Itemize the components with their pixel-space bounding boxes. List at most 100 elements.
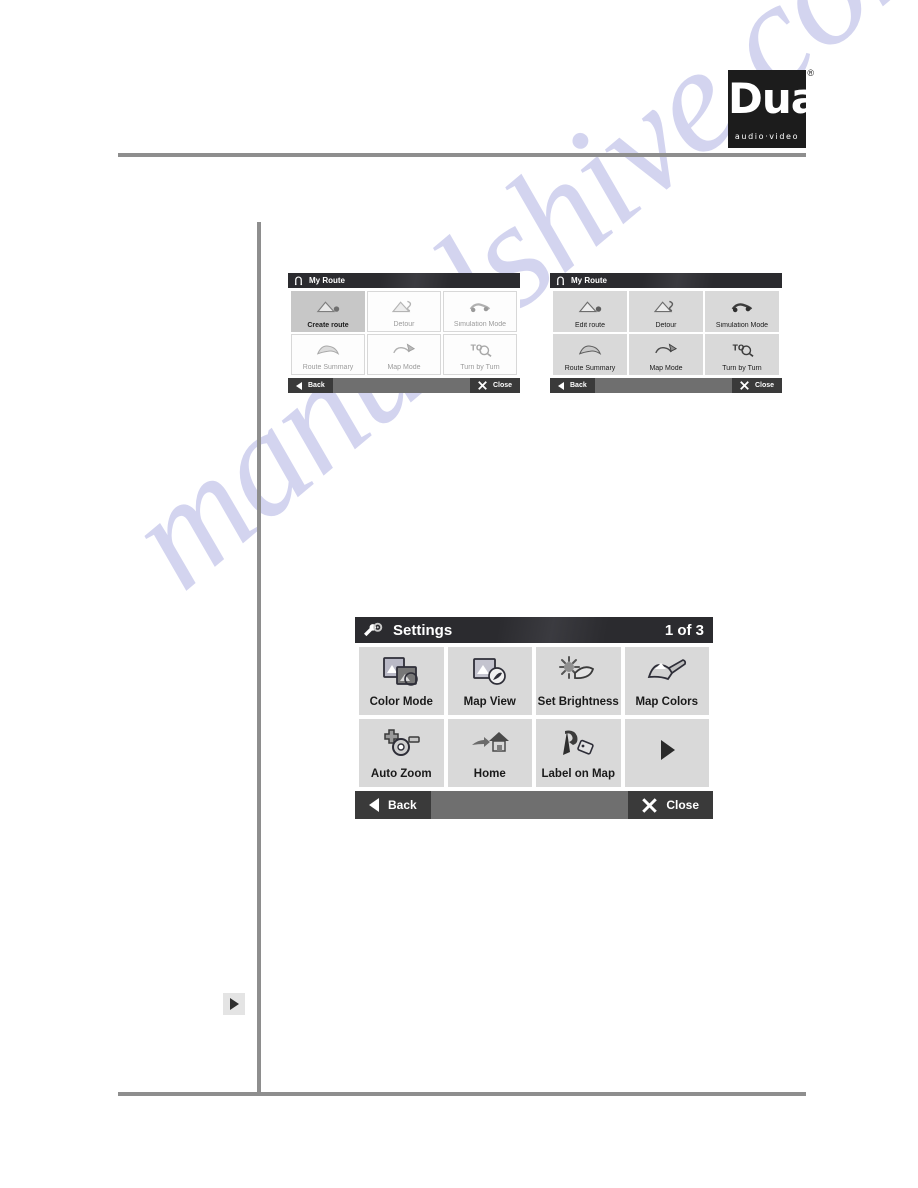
dialog-title-bar: My Route <box>288 273 520 288</box>
tile-label: Auto Zoom <box>370 768 432 780</box>
route-horseshoe-icon <box>293 275 304 286</box>
tile-turn-by-turn[interactable]: TQ Turn by Turn <box>705 334 779 375</box>
tile-edit-route[interactable]: Edit route <box>553 291 627 332</box>
left-arrow-icon <box>296 381 302 390</box>
tile-home[interactable]: Home <box>447 719 533 787</box>
close-x-icon <box>740 381 749 390</box>
dialog-title-bar: Settings 1 of 3 <box>355 617 713 643</box>
tile-label-on-map[interactable]: Label on Map <box>536 719 621 787</box>
header-rule <box>118 153 806 157</box>
close-x-icon <box>642 797 658 813</box>
close-button-label: Close <box>492 382 512 389</box>
dual-logo-tagline: audio·video <box>734 132 800 141</box>
tile-label: Create route <box>307 322 349 329</box>
auto-zoom-icon <box>359 719 444 768</box>
tile-label: Turn by Turn <box>722 365 762 372</box>
tile-label: Detour <box>655 322 677 329</box>
route-summary-icon <box>553 334 627 365</box>
dialog-settings: Settings 1 of 3 Color Mode Map View Set … <box>355 617 713 819</box>
vertical-column-rule <box>257 222 261 1096</box>
home-icon <box>448 719 533 768</box>
tile-route-summary[interactable]: Route Summary <box>553 334 627 375</box>
left-arrow-icon <box>369 798 379 812</box>
dialog-footer: Back Close <box>355 791 713 819</box>
dialog-page-indicator: 1 of 3 <box>664 621 704 639</box>
tile-label: Simulation Mode <box>453 321 507 328</box>
tile-detour[interactable]: Detour <box>629 291 703 332</box>
tile-color-mode[interactable]: Color Mode <box>359 647 444 715</box>
back-button[interactable]: Back <box>550 378 595 393</box>
tile-map-mode[interactable]: Map Mode <box>367 334 441 375</box>
close-button[interactable]: Close <box>469 378 520 393</box>
close-button-label: Close <box>754 382 774 389</box>
tile-label: Turn by Turn <box>460 364 500 371</box>
turn-by-turn-icon: TQ <box>705 334 779 365</box>
dialog-footer: Back Close <box>550 378 782 393</box>
route-horseshoe-icon <box>555 275 566 286</box>
tile-label: Route Summary <box>564 365 616 372</box>
dialog-tile-grid: Color Mode Map View Set Brightness Map C… <box>355 643 713 791</box>
tile-turn-by-turn[interactable]: TQ Turn by Turn <box>443 334 517 375</box>
tile-map-mode[interactable]: Map Mode <box>629 334 703 375</box>
tile-simulation-mode[interactable]: Simulation Mode <box>705 291 779 332</box>
footer-rule <box>118 1092 806 1096</box>
back-button-label: Back <box>308 382 325 389</box>
route-summary-icon <box>292 335 364 364</box>
map-colors-icon <box>625 647 710 696</box>
dual-logo-wordmark: Dual <box>728 74 833 123</box>
back-button-label: Back <box>570 382 587 389</box>
tile-detour[interactable]: Detour <box>367 291 441 332</box>
next-arrow-icon <box>229 998 239 1010</box>
back-button-label: Back <box>388 798 417 812</box>
page-next-button[interactable] <box>223 993 245 1015</box>
dialog-my-route-create: My Route Create route Detour Simulation … <box>288 273 520 393</box>
dialog-title-text: My Route <box>571 276 607 285</box>
detour-icon <box>368 292 440 321</box>
tile-label: Detour <box>393 321 415 328</box>
edit-route-icon <box>553 291 627 322</box>
dialog-title-bar: My Route <box>550 273 782 288</box>
map-view-icon <box>448 647 533 696</box>
color-mode-icon <box>359 647 444 696</box>
tile-label: Map Mode <box>387 364 421 371</box>
dialog-title-text: My Route <box>309 276 345 285</box>
label-on-map-icon <box>536 719 621 768</box>
map-mode-icon <box>629 334 703 365</box>
set-brightness-icon <box>536 647 621 696</box>
wrench-gear-icon <box>364 622 385 639</box>
next-page-arrow-icon <box>625 719 710 780</box>
tile-simulation-mode[interactable]: Simulation Mode <box>443 291 517 332</box>
tile-create-route[interactable]: Create route <box>291 291 365 332</box>
tile-label: Map Colors <box>635 696 699 708</box>
close-button[interactable]: Close <box>628 791 713 819</box>
tile-label: Color Mode <box>369 696 433 708</box>
tile-label: Route Summary <box>302 364 354 371</box>
tile-label: Edit route <box>575 322 605 329</box>
left-arrow-icon <box>558 381 564 390</box>
tile-map-colors[interactable]: Map Colors <box>624 647 710 715</box>
tile-map-view[interactable]: Map View <box>447 647 533 715</box>
dialog-footer: Back Close <box>288 378 520 393</box>
simulation-mode-icon <box>705 291 779 322</box>
trademark-symbol: ® <box>807 68 814 78</box>
dual-logo: Dual audio·video ® <box>728 68 833 148</box>
turn-by-turn-icon: TQ <box>444 335 516 364</box>
tile-label: Map View <box>463 696 516 708</box>
back-button[interactable]: Back <box>355 791 431 819</box>
dialog-tile-grid: Create route Detour Simulation Mode Rout… <box>288 288 520 378</box>
tile-set-brightness[interactable]: Set Brightness <box>536 647 621 715</box>
tile-label: Simulation Mode <box>715 322 769 329</box>
dialog-my-route-edit: My Route Edit route Detour Simulation Mo… <box>550 273 782 393</box>
dialog-title-text: Settings <box>393 621 453 639</box>
detour-icon <box>629 291 703 322</box>
back-button[interactable]: Back <box>288 378 333 393</box>
tile-label: Map Mode <box>649 365 683 372</box>
tile-label: Set Brightness <box>537 696 619 708</box>
tile-next-page[interactable] <box>624 719 710 787</box>
map-mode-icon <box>368 335 440 364</box>
tile-route-summary[interactable]: Route Summary <box>291 334 365 375</box>
tile-label: Home <box>473 768 506 780</box>
close-button-label: Close <box>666 798 699 812</box>
close-button[interactable]: Close <box>731 378 782 393</box>
tile-auto-zoom[interactable]: Auto Zoom <box>359 719 444 787</box>
